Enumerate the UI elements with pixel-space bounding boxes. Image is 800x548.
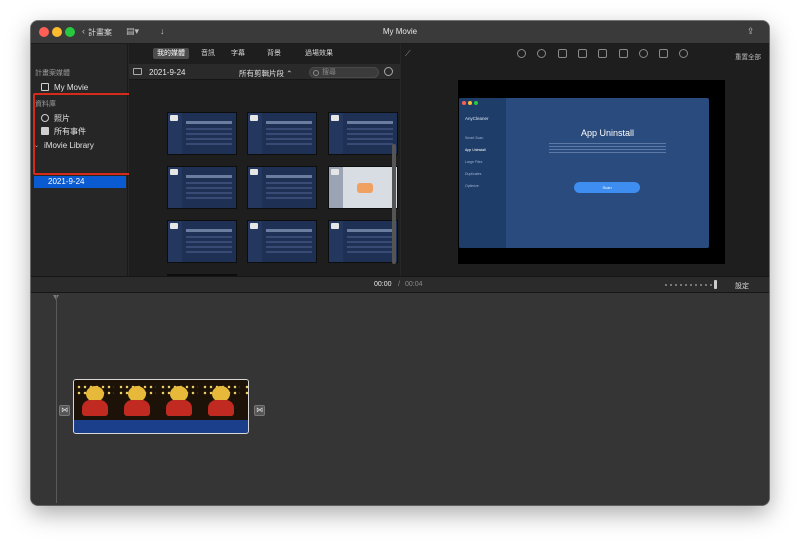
sidebar-item-label: My Movie: [54, 82, 89, 92]
music-note-icon: ♫: [63, 503, 69, 505]
tab-transitions[interactable]: 過場效果: [301, 48, 337, 59]
video-preview: AnyCleaner Smart Scan App Uninstall Larg…: [458, 80, 725, 264]
clip-filter-select[interactable]: 所有剪輯片段 ⌃: [239, 68, 292, 79]
tab-audio[interactable]: 音訊: [197, 48, 219, 59]
viewer-panel: ⟋ 重置全部 AnyCleaner Smart Scan App Uninsta…: [401, 44, 769, 290]
preview-app-scan-button: Scan: [574, 182, 640, 193]
imovie-window: ‹ 計畫案 ▤▾ ↓ My Movie ⇪ 計畫案媒體 My Movie 資料庫…: [31, 21, 769, 505]
settings-gear-icon[interactable]: [384, 67, 393, 76]
film-icon: [41, 83, 49, 91]
clip-thumbnail[interactable]: [247, 220, 317, 263]
clip-thumbnail[interactable]: [328, 220, 398, 263]
media-browser: 我的媒體 音訊 字幕 背景 過場效果 2021-9-24 所有剪輯片段 ⌃ 搜尋: [129, 44, 400, 276]
speed-icon[interactable]: [639, 49, 648, 58]
clip-filter-value: 所有剪輯片段: [239, 69, 284, 78]
preview-app-nav-item: Duplicates: [465, 172, 482, 176]
preview-app-description: [549, 143, 666, 153]
crop-icon[interactable]: [558, 49, 567, 58]
media-tabs: 我的媒體 音訊 字幕 背景 過場效果: [129, 48, 400, 60]
preview-app-nav-item: Smart Scan: [465, 136, 484, 140]
camera-icon: [250, 115, 258, 121]
projects-header: 計畫案媒體: [35, 70, 70, 77]
timeline[interactable]: ⋈ ⋈ ♫: [31, 293, 769, 505]
camera-icon: [170, 115, 178, 121]
filter-icon[interactable]: [659, 49, 668, 58]
event-date-label: 2021-9-24: [149, 68, 186, 77]
magic-wand-icon[interactable]: ⟋: [405, 49, 411, 59]
total-time: 00:04: [405, 281, 423, 288]
scrollbar-thumb[interactable]: [392, 144, 396, 264]
clip-thumbnail[interactable]: [167, 220, 237, 263]
zoom-slider-track[interactable]: [665, 284, 715, 286]
share-icon[interactable]: ⇪: [747, 26, 755, 37]
sidebar-item-label: 2021-9-24: [48, 177, 85, 186]
equalizer-icon[interactable]: [619, 49, 628, 58]
preview-app-window: AnyCleaner Smart Scan App Uninstall Larg…: [459, 98, 709, 248]
preview-app-title: App Uninstall: [580, 128, 635, 138]
color-balance-icon[interactable]: [517, 49, 526, 58]
current-time: 00:00: [374, 281, 392, 288]
titlebar: ‹ 計畫案 ▤▾ ↓ My Movie ⇪: [31, 21, 769, 44]
tab-titles[interactable]: 字幕: [227, 48, 249, 59]
time-separator: /: [398, 281, 400, 288]
preview-app-nav-item: Large Files: [465, 160, 483, 164]
camera-icon: [250, 169, 258, 175]
camera-icon: [331, 223, 339, 229]
preview-app-nav-item: Optimize: [465, 184, 479, 188]
clip-filmstrip: [74, 380, 248, 420]
library-sidebar: 計畫案媒體 My Movie 資料庫 照片 所有事件 ⌄ iMovie Libr…: [31, 44, 131, 276]
clip-thumbnail[interactable]: [328, 112, 398, 155]
zoom-slider-knob[interactable]: [714, 280, 717, 289]
camera-icon: [170, 223, 178, 229]
sidebar-toggle-icon[interactable]: [133, 68, 142, 75]
sidebar-item-my-movie[interactable]: My Movie: [41, 81, 88, 93]
playhead-line: [56, 295, 57, 503]
transition-icon[interactable]: ⋈: [59, 405, 70, 416]
viewer-toolbar: ⟋ 重置全部: [401, 46, 769, 62]
camera-icon: [250, 223, 258, 229]
window-title: My Movie: [382, 27, 418, 36]
timeline-header: 00:00 / 00:04 設定: [31, 276, 769, 293]
stabilization-icon[interactable]: [578, 49, 587, 58]
transition-icon[interactable]: ⋈: [254, 405, 265, 416]
camera-icon: [331, 169, 339, 175]
tab-my-media[interactable]: 我的媒體: [153, 48, 189, 59]
sidebar-item-event-2021-9-24[interactable]: 2021-9-24: [34, 176, 126, 188]
timeline-settings-button[interactable]: 設定: [735, 281, 749, 291]
preview-app-sidebar: AnyCleaner Smart Scan App Uninstall Larg…: [459, 98, 506, 248]
camera-icon: [331, 115, 339, 121]
clip-thumbnail[interactable]: [328, 166, 398, 209]
browser-filter-bar: 2021-9-24 所有剪輯片段 ⌃ 搜尋: [129, 64, 400, 80]
reset-all-button[interactable]: 重置全部: [735, 51, 761, 61]
clip-thumbnail[interactable]: [247, 166, 317, 209]
volume-icon[interactable]: [598, 49, 607, 58]
preview-app-logo: AnyCleaner: [465, 116, 489, 121]
tab-backgrounds[interactable]: 背景: [263, 48, 285, 59]
browser-scrollbar[interactable]: [392, 84, 397, 272]
clip-thumbnail[interactable]: [247, 112, 317, 155]
highlight-annotation-box: [33, 93, 131, 175]
search-input[interactable]: 搜尋: [309, 67, 379, 78]
color-correction-icon[interactable]: [537, 49, 546, 58]
preview-app-nav-item: App Uninstall: [465, 148, 486, 152]
timeline-clip[interactable]: [73, 379, 249, 434]
info-icon[interactable]: [679, 49, 688, 58]
clip-thumbnail[interactable]: [167, 112, 237, 155]
clip-thumbnail[interactable]: [167, 166, 237, 209]
camera-icon: [170, 169, 178, 175]
